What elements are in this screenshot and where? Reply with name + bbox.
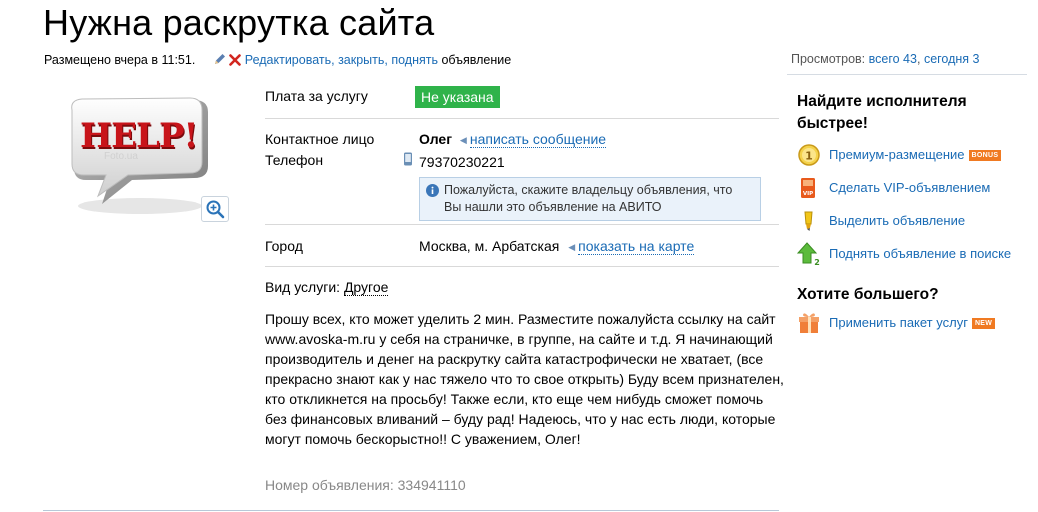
- divider: [265, 118, 779, 119]
- notice-box: Пожалуйста, скажите владельцу объявления…: [419, 177, 761, 221]
- fee-label: Плата за услугу: [265, 88, 368, 104]
- city-label: Город: [265, 238, 303, 254]
- ad-description: Прошу всех, кто может уделить 2 мин. Раз…: [265, 311, 784, 447]
- triangle-left-icon: ◀: [459, 135, 467, 145]
- divider: [265, 266, 779, 267]
- edit-controls: Редактировать, закрыть, поднять объявлен…: [213, 53, 511, 67]
- svg-text:VIP: VIP: [803, 191, 813, 197]
- views-total-link[interactable]: всего 43: [869, 52, 917, 66]
- page-title: Нужна раскрутка сайта: [43, 2, 435, 43]
- promo-heading-line1: Найдите исполнителя: [797, 93, 967, 110]
- fee-badge: Не указана: [415, 86, 500, 108]
- apply-package-link[interactable]: Применить пакет услуг: [829, 315, 968, 330]
- views-divider: [787, 74, 1027, 75]
- highlight-ad-link[interactable]: Выделить объявление: [829, 213, 965, 228]
- info-icon: [426, 184, 439, 202]
- views-today-link[interactable]: сегодня 3: [924, 52, 980, 66]
- posted-line: Размещено вчера в 11:51. Редактировать, …: [44, 52, 511, 69]
- views-counter: Просмотров: всего 43, сегодня 3: [791, 52, 980, 66]
- posted-date: Размещено вчера в 11:51.: [44, 53, 196, 67]
- new-tag: NEW: [971, 318, 996, 329]
- contact-row: Олег ◀ написать сообщение: [419, 131, 607, 148]
- ad-image[interactable]: HELP! Foto.ua: [62, 96, 214, 218]
- contact-label: Контактное лицо: [265, 131, 375, 147]
- show-on-map-link[interactable]: показать на карте: [578, 238, 695, 255]
- vip-ticket-icon: VIP: [797, 176, 821, 200]
- triangle-left-icon: ◀: [568, 242, 576, 252]
- write-message-link[interactable]: написать сообщение: [469, 131, 607, 148]
- city-row: Москва, м. Арбатская ◀ показать на карте: [419, 238, 695, 255]
- phone-icon: [403, 152, 413, 171]
- zoom-in-icon: [206, 200, 225, 219]
- bottom-divider: [43, 510, 779, 511]
- phone-number[interactable]: 79370230221: [419, 154, 505, 170]
- svg-text:2: 2: [814, 258, 820, 266]
- premium-coin-icon: 1: [797, 143, 821, 167]
- promo-heading-line2: быстрее!: [797, 115, 868, 132]
- phone-label: Телефон: [265, 152, 324, 168]
- views-label: Просмотров:: [791, 52, 866, 66]
- service-label: Вид услуги:: [265, 279, 341, 295]
- help-text: HELP!: [80, 116, 198, 156]
- divider: [265, 224, 779, 225]
- svg-text:1: 1: [805, 150, 813, 163]
- pencil-icon[interactable]: [213, 52, 227, 69]
- raise-ad-link[interactable]: Поднять объявление в поиске: [829, 246, 1011, 261]
- views-separator: ,: [916, 52, 921, 66]
- contact-name: Олег: [419, 131, 453, 147]
- service-type: Вид услуги: Другое: [265, 279, 389, 296]
- watermark-text: Foto.ua: [104, 151, 138, 162]
- more-heading: Хотите большего?: [797, 286, 939, 303]
- gift-box-icon: [797, 311, 821, 335]
- edit-suffix: объявление: [441, 53, 512, 67]
- highlighter-icon: [797, 209, 821, 233]
- close-icon[interactable]: [228, 54, 241, 69]
- edit-close-raise-link[interactable]: Редактировать, закрыть, поднять: [245, 53, 438, 67]
- notice-line-1: Пожалуйста, скажите владельцу объявления…: [444, 183, 733, 197]
- zoom-button[interactable]: [201, 196, 229, 222]
- ad-number: Номер объявления: 334941110: [265, 477, 466, 493]
- bonus-tag: BONUS: [968, 150, 1002, 161]
- make-vip-link[interactable]: Сделать VIP-объявлением: [829, 180, 990, 195]
- notice-line-2: Вы нашли это объявление на АВИТО: [444, 200, 662, 214]
- service-value: Другое: [343, 279, 389, 296]
- promo-heading: Найдите исполнителя быстрее!: [797, 91, 967, 135]
- arrow-up-2-icon: 2: [796, 242, 821, 267]
- premium-placement-link[interactable]: Премиум-размещение: [829, 147, 965, 162]
- city-value: Москва, м. Арбатская: [419, 238, 560, 254]
